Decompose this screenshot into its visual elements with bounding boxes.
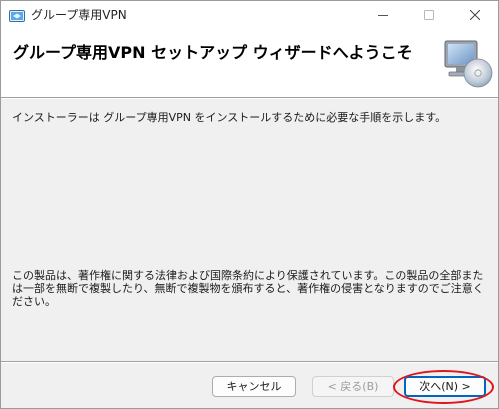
maximize-button[interactable] bbox=[406, 1, 452, 29]
header-divider-highlight bbox=[1, 98, 498, 99]
wizard-header: グループ専用VPN セットアップ ウィザードへようこそ bbox=[1, 29, 498, 97]
installer-window: グループ専用VPN グループ専用VPN セットアップ ウィザードへようこそ イン… bbox=[0, 0, 499, 409]
wizard-title: グループ専用VPN セットアップ ウィザードへようこそ bbox=[13, 43, 413, 62]
installer-app-icon bbox=[9, 8, 25, 22]
minimize-icon bbox=[378, 15, 388, 16]
computer-cd-icon bbox=[442, 39, 494, 89]
close-button[interactable] bbox=[452, 1, 498, 29]
title-bar[interactable]: グループ専用VPN bbox=[1, 1, 498, 29]
copyright-notice: この製品は、著作権に関する法律および国際条約により保護されています。この製品の全… bbox=[12, 269, 484, 308]
minimize-button[interactable] bbox=[360, 1, 406, 29]
window-title: グループ専用VPN bbox=[31, 8, 127, 22]
back-button: < 戻る(B) bbox=[312, 376, 394, 397]
close-icon bbox=[470, 10, 480, 20]
maximize-icon bbox=[424, 10, 434, 20]
next-button[interactable]: 次へ(N) > bbox=[404, 376, 486, 397]
footer-divider-highlight bbox=[1, 362, 498, 363]
cancel-button[interactable]: キャンセル bbox=[212, 376, 296, 397]
intro-text: インストーラーは グループ専用VPN をインストールするために必要な手順を示しま… bbox=[12, 111, 447, 124]
